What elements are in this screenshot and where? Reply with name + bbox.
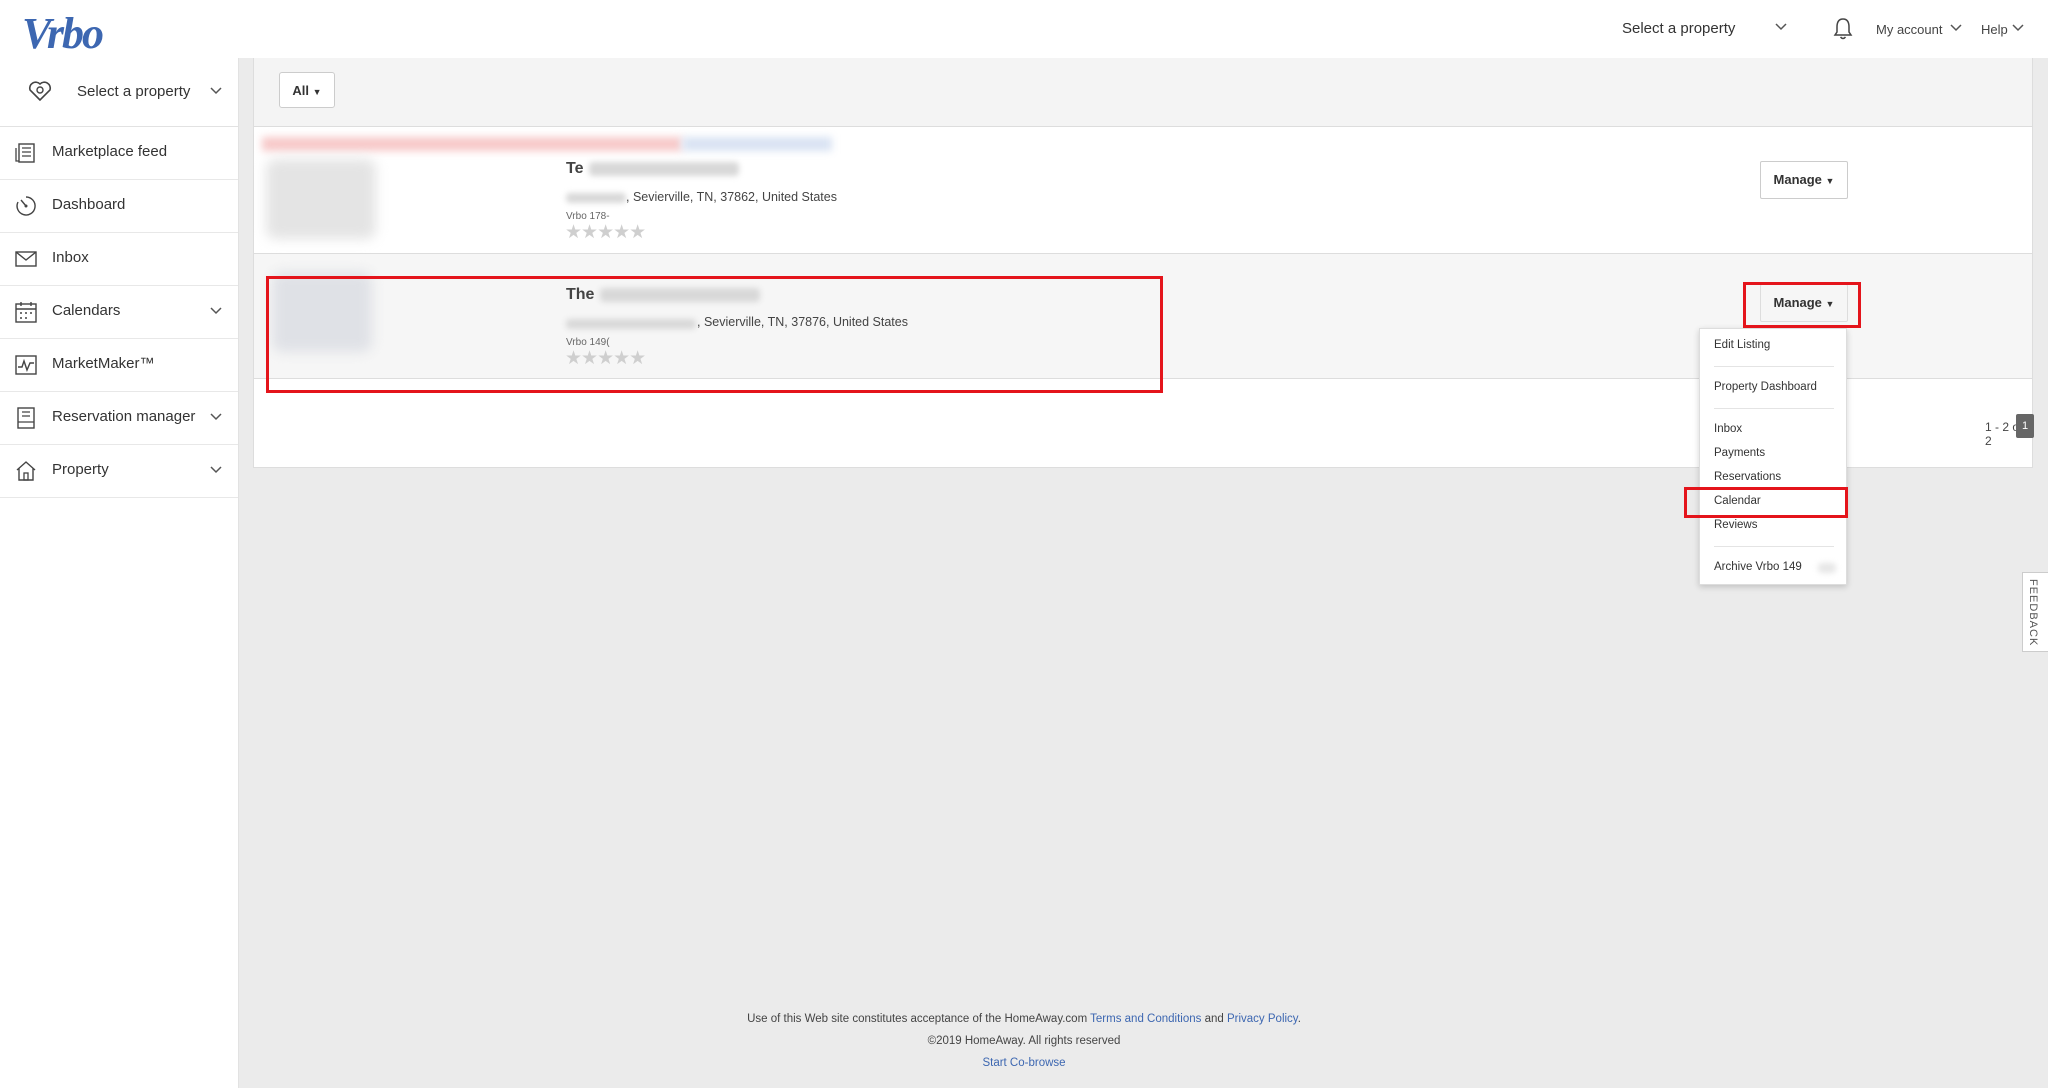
property-pin-icon: [28, 81, 52, 102]
sidebar-item-marketmaker[interactable]: MarketMaker™: [0, 339, 238, 392]
vrbo-logo[interactable]: Vrbo: [22, 8, 104, 59]
footer-terms-line: Use of this Web site constitutes accepta…: [239, 1008, 1809, 1030]
redacted-text: [1818, 563, 1836, 573]
sidebar-item-label: Calendars: [52, 302, 121, 319]
filter-all-label: All: [292, 83, 310, 98]
menu-item-reviews[interactable]: Reviews: [1714, 519, 1757, 531]
envelope-icon: [15, 251, 37, 267]
caret-down-icon: ▼: [1825, 176, 1835, 186]
chevron-down-icon[interactable]: [1950, 24, 1962, 32]
sidebar: Select a property Marketplace feed Dashb…: [0, 58, 239, 1088]
manage-label: Manage: [1773, 172, 1822, 187]
sidebar-item-label: Reservation manager: [52, 408, 196, 425]
page-1-button[interactable]: 1: [2016, 414, 2034, 438]
header-select-property[interactable]: Select a property: [1622, 20, 1735, 37]
blurred-banner: [682, 137, 832, 151]
menu-item-payments[interactable]: Payments: [1714, 447, 1765, 459]
sidebar-item-label: MarketMaker™: [52, 355, 155, 372]
privacy-link[interactable]: Privacy Policy: [1227, 1013, 1298, 1025]
footer-and: and: [1204, 1013, 1224, 1025]
terms-link[interactable]: Terms and Conditions: [1090, 1013, 1201, 1025]
footer: Use of this Web site constitutes accepta…: [239, 1008, 1809, 1074]
sidebar-item-label: Inbox: [52, 249, 89, 266]
property-address: , Sevierville, TN, 37862, United States: [626, 190, 837, 204]
menu-item-property-dashboard[interactable]: Property Dashboard: [1714, 381, 1817, 393]
sidebar-item-reservation-manager[interactable]: Reservation manager: [0, 392, 238, 445]
sidebar-select-label: Select a property: [77, 83, 191, 100]
chevron-down-icon: [210, 466, 222, 474]
sidebar-item-calendars[interactable]: Calendars: [0, 286, 238, 339]
feedback-tab[interactable]: FEEDBACK: [2022, 572, 2048, 652]
sidebar-item-label: Marketplace feed: [52, 143, 168, 160]
feed-icon: [15, 143, 35, 163]
book-icon: [17, 407, 35, 429]
filter-bar: All ▼: [254, 58, 2032, 127]
footer-period: .: [1297, 1013, 1301, 1025]
bell-icon[interactable]: [1833, 17, 1853, 41]
menu-item-inbox[interactable]: Inbox: [1714, 423, 1742, 435]
chevron-down-icon[interactable]: [1774, 22, 1788, 32]
calendar-icon: [15, 302, 37, 323]
chart-line-icon: [15, 355, 37, 375]
chevron-down-icon: [210, 307, 222, 315]
sidebar-item-dashboard[interactable]: Dashboard: [0, 180, 238, 233]
sidebar-item-label: Dashboard: [52, 196, 126, 213]
house-icon: [16, 461, 36, 481]
highlight-property-row: [266, 276, 1163, 393]
footer-copyright: ©2019 HomeAway. All rights reserved: [927, 1035, 1121, 1047]
help-menu[interactable]: Help: [1981, 22, 2008, 37]
menu-divider: [1714, 408, 1834, 409]
caret-down-icon: ▼: [312, 87, 322, 97]
my-account-menu[interactable]: My account: [1876, 22, 1942, 37]
menu-divider: [1714, 546, 1834, 547]
menu-item-reservations[interactable]: Reservations: [1714, 471, 1781, 483]
menu-item-edit-listing[interactable]: Edit Listing: [1714, 339, 1770, 351]
property-row[interactable]: Te , Sevierville, TN, 37862, United Stat…: [254, 127, 2032, 254]
filter-all-dropdown[interactable]: All ▼: [279, 72, 335, 108]
redacted-text: [589, 162, 739, 176]
chevron-down-icon[interactable]: [2012, 24, 2024, 32]
menu-item-archive[interactable]: Archive Vrbo 149: [1714, 561, 1802, 573]
footer-text: Use of this Web site constitutes accepta…: [747, 1013, 1088, 1025]
menu-divider: [1714, 366, 1834, 367]
sidebar-select-property[interactable]: Select a property: [0, 58, 238, 127]
sidebar-item-property[interactable]: Property: [0, 445, 238, 498]
feedback-label: FEEDBACK: [2027, 579, 2039, 647]
highlight-manage-button: [1743, 282, 1861, 328]
sidebar-item-marketplace-feed[interactable]: Marketplace feed: [0, 127, 238, 180]
chevron-down-icon: [210, 413, 222, 421]
sidebar-item-label: Property: [52, 461, 109, 478]
blurred-banner: [262, 137, 682, 151]
sidebar-item-inbox[interactable]: Inbox: [0, 233, 238, 286]
property-thumbnail: [266, 159, 376, 239]
top-header: Vrbo Select a property My account Help: [0, 0, 2048, 58]
chevron-down-icon: [210, 87, 222, 95]
dashboard-icon: [16, 196, 36, 216]
start-cobrowse-link[interactable]: Start Co-browse: [982, 1057, 1065, 1069]
highlight-calendar-item: [1684, 487, 1848, 518]
manage-dropdown-menu: Edit Listing Property Dashboard Inbox Pa…: [1699, 328, 1847, 585]
redacted-text: [566, 193, 626, 203]
manage-button[interactable]: Manage ▼: [1760, 161, 1848, 199]
property-title[interactable]: Te: [566, 160, 583, 178]
rating-stars: ★★★★★: [565, 222, 646, 243]
